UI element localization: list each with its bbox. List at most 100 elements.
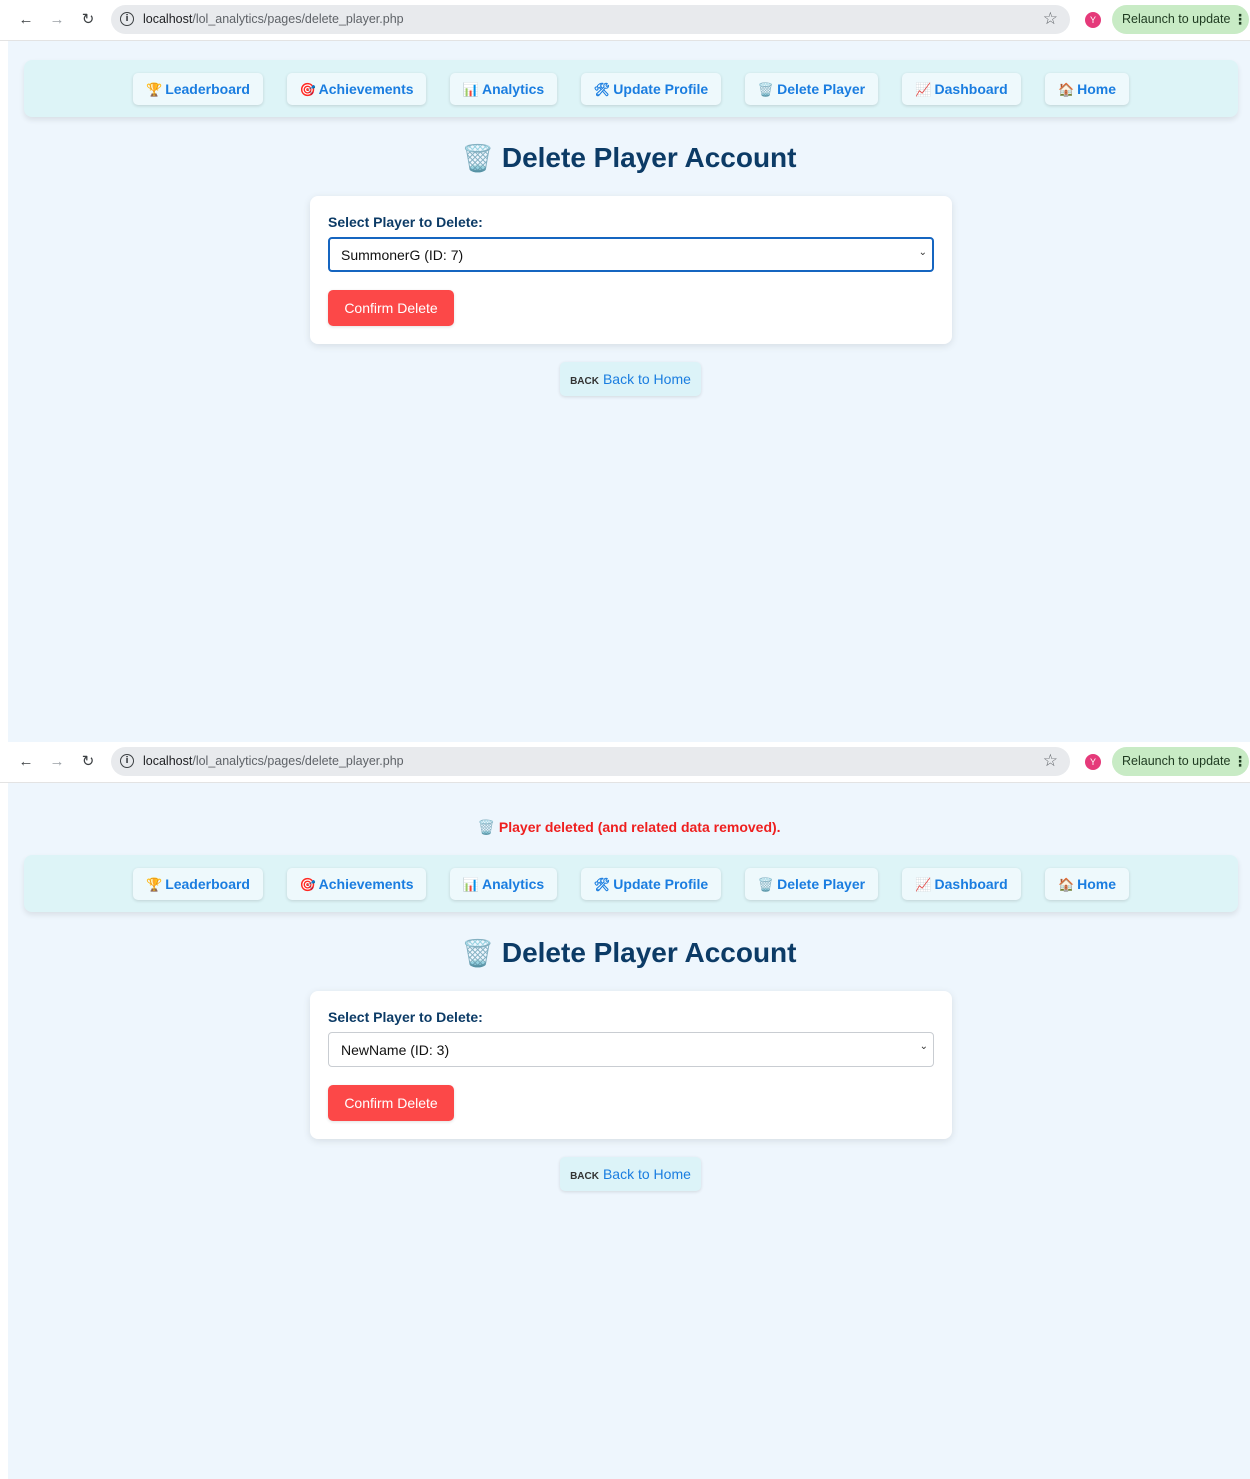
bar-chart-icon: 📊 [462, 82, 479, 97]
back-to-home-button[interactable]: BACK Back to Home [560, 362, 701, 396]
page-content: 🏆 Leaderboard 🎯 Achievements 📊 Analytics 🛠 U… [8, 41, 1250, 742]
relaunch-label: Relaunch to update [1122, 12, 1231, 26]
url-host: localhost [143, 754, 193, 768]
back-to-home-label: Back to Home [602, 1166, 691, 1182]
player-select[interactable]: SummonerG (ID: 7) ⌄ [328, 237, 934, 272]
site-info-icon[interactable]: i [120, 754, 134, 768]
main-nav: 🏆 Leaderboard 🎯 Achievements 📊 Analytics 🛠 U… [24, 855, 1238, 912]
bookmark-star-icon[interactable]: ☆ [1043, 9, 1058, 29]
trash-icon: 🗑️ [477, 819, 495, 835]
relaunch-label: Relaunch to update [1122, 754, 1231, 768]
house-icon: 🏠 [1057, 877, 1075, 892]
select-player-label: Select Player to Delete: [328, 1009, 483, 1025]
nav-label: Home [1077, 81, 1117, 97]
page-title-text: Delete Player Account [501, 937, 797, 968]
page-title-text: Delete Player Account [501, 142, 797, 173]
select-player-label: Select Player to Delete: [328, 214, 483, 230]
nav-analytics[interactable]: 📊 Analytics [450, 868, 557, 900]
back-icon: BACK [570, 376, 599, 387]
nav-achievements[interactable]: 🎯 Achievements [287, 73, 426, 105]
nav-dashboard[interactable]: 📈 Dashboard [902, 868, 1021, 900]
back-icon: BACK [570, 1171, 599, 1182]
delete-form-card: Select Player to Delete: NewName (ID: 3)… [310, 991, 952, 1139]
back-arrow-icon[interactable]: ← [16, 752, 36, 772]
trend-chart-icon: 📈 [915, 877, 932, 892]
nav-label: Achievements [318, 81, 414, 97]
browser-toolbar: ← → ↻ i localhost/lol_analytics/pages/de… [0, 742, 1250, 783]
house-icon: 🏠 [1057, 82, 1075, 97]
browser-window: ← → ↻ i localhost/lol_analytics/pages/de… [0, 0, 1250, 742]
nav-delete-player[interactable]: 🗑️ Delete Player [745, 868, 878, 900]
url-path: /lol_analytics/pages/delete_player.php [192, 12, 404, 26]
nav-label: Leaderboard [165, 876, 250, 892]
nav-home[interactable]: 🏠 Home [1045, 868, 1129, 900]
nav-label: Achievements [318, 876, 414, 892]
main-nav: 🏆 Leaderboard 🎯 Achievements 📊 Analytics 🛠 U… [24, 60, 1238, 117]
nav-label: Dashboard [934, 81, 1008, 97]
profile-avatar[interactable]: Y [1085, 754, 1101, 770]
confirm-delete-button[interactable]: Confirm Delete [328, 290, 454, 326]
nav-label: Analytics [481, 876, 545, 892]
profile-avatar[interactable]: Y [1085, 12, 1101, 28]
forward-arrow-icon[interactable]: → [47, 752, 67, 772]
chevron-down-icon: ⌄ [918, 247, 927, 258]
nav-home[interactable]: 🏠 Home [1045, 73, 1129, 105]
flash-message: 🗑️ Player deleted (and related data remov… [8, 819, 1250, 836]
trophy-icon: 🏆 [146, 82, 163, 97]
page-title: 🗑️ Delete Player Account [8, 937, 1250, 969]
browser-window: ← → ↻ i localhost/lol_analytics/pages/de… [0, 742, 1250, 1479]
forward-arrow-icon[interactable]: → [47, 10, 67, 30]
nav-label: Delete Player [777, 876, 866, 892]
target-icon: 🎯 [299, 877, 316, 892]
nav-label: Leaderboard [165, 81, 250, 97]
flash-message-text: Player deleted (and related data removed… [498, 819, 781, 835]
bar-chart-icon: 📊 [462, 877, 479, 892]
player-select[interactable]: NewName (ID: 3) ⌄ [328, 1032, 934, 1067]
trash-icon: 🗑️ [461, 143, 494, 173]
address-bar[interactable]: i localhost/lol_analytics/pages/delete_p… [111, 5, 1070, 34]
url-host: localhost [143, 12, 193, 26]
player-select-value: NewName (ID: 3) [341, 1042, 450, 1058]
trash-icon: 🗑️ [757, 82, 775, 97]
back-to-home-label: Back to Home [602, 371, 691, 387]
reload-icon[interactable]: ↻ [78, 10, 98, 30]
relaunch-button[interactable]: Relaunch to update ⋮ [1112, 5, 1249, 34]
nav-leaderboard[interactable]: 🏆 Leaderboard [133, 868, 263, 900]
url-path: /lol_analytics/pages/delete_player.php [192, 754, 404, 768]
nav-leaderboard[interactable]: 🏆 Leaderboard [133, 73, 263, 105]
trash-icon: 🗑️ [461, 938, 494, 968]
nav-dashboard[interactable]: 📈 Dashboard [902, 73, 1021, 105]
browser-toolbar: ← → ↻ i localhost/lol_analytics/pages/de… [0, 0, 1250, 41]
kebab-menu-icon[interactable]: ⋮ [1233, 747, 1247, 776]
url-text[interactable]: localhost/lol_analytics/pages/delete_pla… [143, 754, 404, 768]
nav-label: Dashboard [934, 876, 1008, 892]
page-title: 🗑️ Delete Player Account [8, 142, 1250, 174]
tools-icon: 🛠 [593, 877, 611, 892]
nav-label: Update Profile [613, 876, 709, 892]
nav-analytics[interactable]: 📊 Analytics [450, 73, 557, 105]
nav-delete-player[interactable]: 🗑️ Delete Player [745, 73, 878, 105]
player-select-value: SummonerG (ID: 7) [341, 247, 464, 263]
nav-label: Analytics [481, 81, 545, 97]
confirm-delete-button[interactable]: Confirm Delete [328, 1085, 454, 1121]
site-info-icon[interactable]: i [120, 12, 134, 26]
address-bar[interactable]: i localhost/lol_analytics/pages/delete_p… [111, 747, 1070, 776]
bookmark-star-icon[interactable]: ☆ [1043, 751, 1058, 771]
trophy-icon: 🏆 [146, 877, 163, 892]
chevron-down-icon: ⌄ [919, 1041, 928, 1052]
url-text[interactable]: localhost/lol_analytics/pages/delete_pla… [143, 12, 404, 26]
tools-icon: 🛠 [593, 82, 611, 97]
trash-icon: 🗑️ [757, 877, 775, 892]
nav-update-profile[interactable]: 🛠 Update Profile [581, 868, 721, 900]
back-arrow-icon[interactable]: ← [16, 10, 36, 30]
nav-achievements[interactable]: 🎯 Achievements [287, 868, 426, 900]
nav-label: Home [1077, 876, 1117, 892]
delete-form-card: Select Player to Delete: SummonerG (ID: … [310, 196, 952, 344]
nav-label: Delete Player [777, 81, 866, 97]
reload-icon[interactable]: ↻ [78, 752, 98, 772]
relaunch-button[interactable]: Relaunch to update ⋮ [1112, 747, 1249, 776]
back-to-home-button[interactable]: BACK Back to Home [560, 1157, 701, 1191]
page-content: 🗑️ Player deleted (and related data remov… [8, 783, 1250, 1479]
kebab-menu-icon[interactable]: ⋮ [1233, 5, 1247, 34]
nav-update-profile[interactable]: 🛠 Update Profile [581, 73, 721, 105]
